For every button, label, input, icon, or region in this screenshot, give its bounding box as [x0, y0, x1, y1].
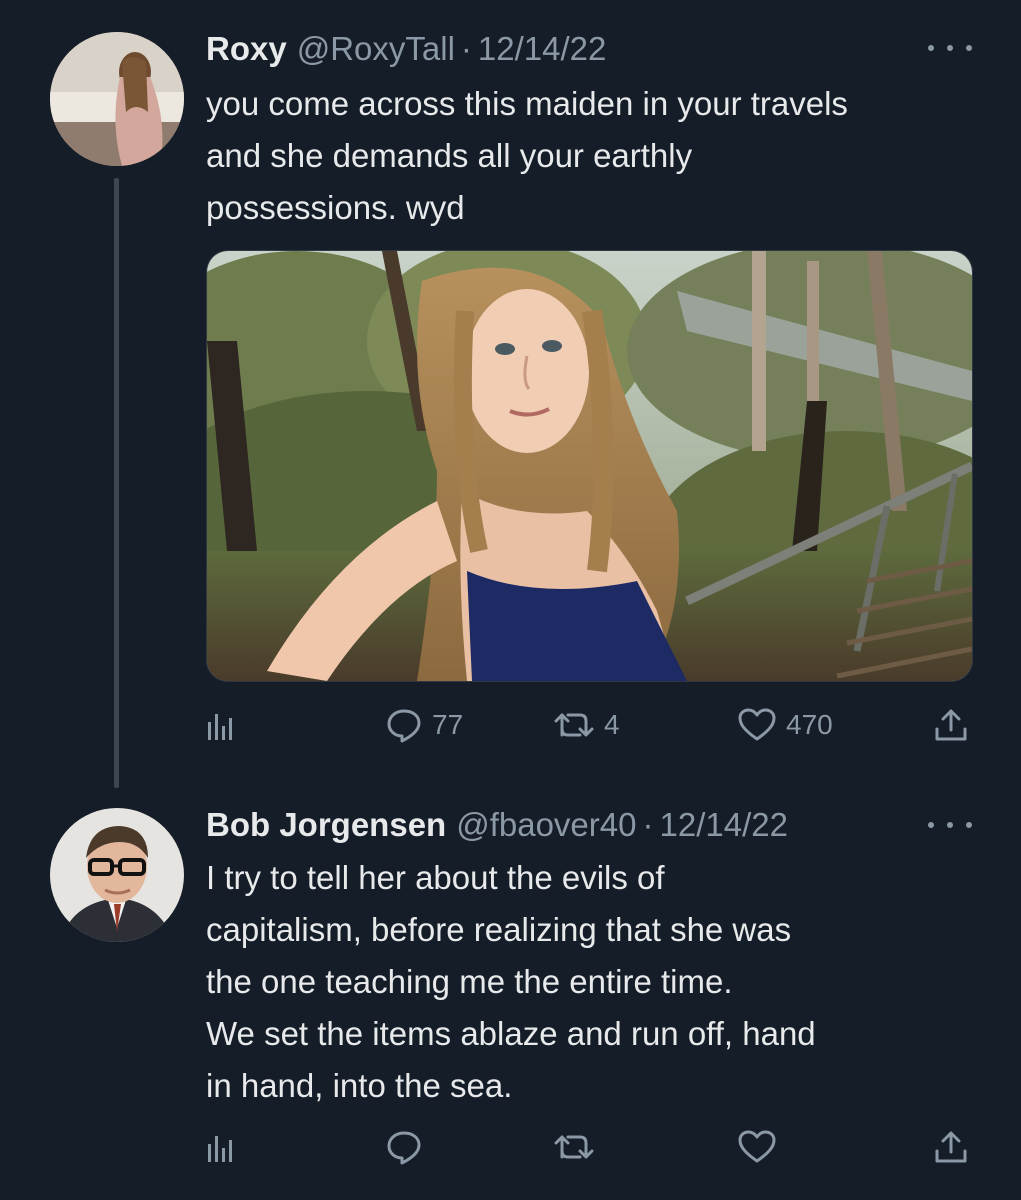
tweet-text: you come across this maiden in your trav…: [206, 78, 986, 234]
reply-button[interactable]: 77: [386, 700, 463, 750]
author-name[interactable]: Roxy: [206, 30, 287, 68]
tweet-header: Bob Jorgensen @fbaover40 · 12/14/22: [206, 806, 788, 846]
retweet-arrows-icon: [554, 1135, 594, 1159]
tweet-text-line: you come across this maiden in your trav…: [206, 85, 848, 122]
more-dots-icon[interactable]: [928, 815, 972, 835]
tweet-text-line: in hand, into the sea.: [206, 1067, 513, 1104]
heart-icon: [738, 708, 776, 741]
tweet-header: Roxy @RoxyTall · 12/14/22: [206, 30, 606, 70]
speech-bubble-icon: [387, 709, 421, 743]
tweet-date[interactable]: 12/14/22: [659, 806, 787, 844]
retweet-button[interactable]: [554, 1122, 594, 1172]
retweet-count: 4: [604, 709, 620, 740]
tweet-date[interactable]: 12/14/22: [478, 30, 606, 68]
tweet-photo[interactable]: [206, 250, 973, 682]
reply-count: 77: [432, 709, 464, 740]
tweet-actions: 77 4 470: [206, 700, 976, 750]
reply-button[interactable]: [386, 1122, 422, 1172]
like-button[interactable]: 470: [738, 700, 833, 750]
author-name[interactable]: Bob Jorgensen: [206, 806, 446, 844]
bar-chart-icon: [208, 714, 232, 740]
avatar-bob[interactable]: [50, 808, 184, 942]
separator-dot: ·: [642, 806, 654, 843]
tweet-text-line: the one teaching me the entire time.: [206, 963, 733, 1000]
tweet-text-line: possessions. wyd: [206, 189, 465, 226]
author-handle[interactable]: @RoxyTall: [297, 30, 455, 68]
bar-chart-icon: [208, 1136, 232, 1162]
share-button[interactable]: [934, 700, 968, 750]
views-button[interactable]: [206, 1122, 234, 1172]
share-upload-icon: [935, 709, 967, 741]
like-count: 470: [786, 709, 833, 740]
tweet-text-line: and she demands all your earthly: [206, 137, 693, 174]
retweet-button[interactable]: 4: [554, 700, 620, 750]
author-handle[interactable]: @fbaover40: [456, 806, 636, 844]
tweet-actions: [206, 1122, 976, 1172]
separator-dot: ·: [460, 30, 472, 67]
share-upload-icon: [935, 1131, 967, 1163]
like-button[interactable]: [738, 1122, 776, 1172]
avatar-roxy[interactable]: [50, 32, 184, 166]
heart-icon: [738, 1130, 776, 1163]
speech-bubble-icon: [387, 1131, 421, 1165]
tweet-text-line: We set the items ablaze and run off, han…: [206, 1015, 816, 1052]
thread-line: [114, 178, 119, 788]
views-button[interactable]: [206, 700, 234, 750]
retweet-arrows-icon: [554, 713, 594, 737]
tweet-text: I try to tell her about the evils of cap…: [206, 852, 986, 1112]
more-dots-icon[interactable]: [928, 38, 972, 58]
share-button[interactable]: [934, 1122, 968, 1172]
tweet-text-line: I try to tell her about the evils of: [206, 859, 665, 896]
tweet-text-line: capitalism, before realizing that she wa…: [206, 911, 792, 948]
